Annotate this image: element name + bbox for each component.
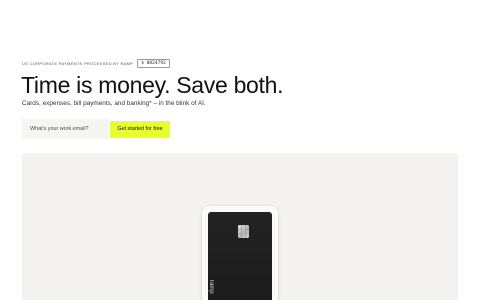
card-brand-mark: ramp (208, 280, 214, 294)
get-started-button[interactable]: Get started for free (110, 120, 170, 138)
processed-payments-banner: US CORPORATE PAYMENTS PROCESSED BY RAMP … (22, 59, 170, 68)
signup-form: Get started for free (22, 119, 174, 139)
hero-headline: Time is money. Save both. (21, 72, 284, 98)
corporate-card: ramp (208, 212, 272, 300)
hero-subline: Cards, expenses, bill payments, and bank… (22, 100, 206, 107)
chip-icon (238, 225, 249, 238)
payments-counter: $ 8824792 (137, 59, 170, 68)
eyebrow-text: US CORPORATE PAYMENTS PROCESSED BY RAMP (22, 61, 134, 66)
work-email-input[interactable] (22, 119, 109, 139)
